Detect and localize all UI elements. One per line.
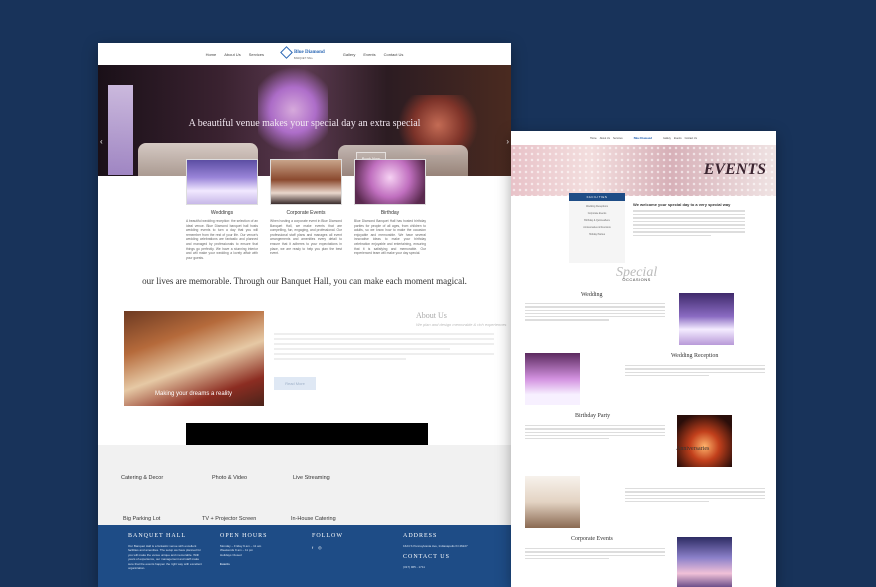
home-page-mockup: Home About Us Services Blue Diamond BANQ… [98,43,511,587]
service-catering: Catering & Decor [121,475,164,481]
nav-gallery[interactable]: Gallery [663,137,671,140]
event-text [525,303,665,323]
nav-right: Gallery Events Contact Us [343,52,404,57]
hero-headline: A beautiful venue makes your special day… [188,118,421,129]
site-logo[interactable]: Blue Diamond [634,136,652,140]
about-caption: Making your dreams a reality [155,391,233,397]
service-photo: Photo & Video [212,475,248,481]
nav-left: Home About Us Services [206,52,264,57]
hero-chandelier [258,65,328,155]
nav-services[interactable]: Services [613,137,623,140]
services-section: Catering & Decor Photo & Video Live Stre… [98,445,511,525]
footer-hours: OPEN HOURS Monday – Friday 9 am – 11 am … [220,533,295,567]
facility-item[interactable]: Holiday Parties [569,233,625,236]
chevron-left-icon[interactable]: ‹ [100,137,103,146]
nav-home[interactable]: Home [590,137,597,140]
about-subtitle: We plan and design memorable & rich expe… [416,322,507,327]
special-occasions-heading: Special OCCASIONS [616,265,657,282]
nav-events[interactable]: Events [363,52,375,57]
diamond-logo-icon [280,46,293,59]
nav-events[interactable]: Events [674,137,682,140]
footer-heading: ADDRESS [403,533,438,539]
card-text: When hosting a corporate event in Blue D… [270,219,342,256]
nav-gallery[interactable]: Gallery [343,52,356,57]
footer-heading: BANQUET HALL [128,533,187,539]
event-title-wedding: Wedding [581,292,603,298]
nav-about[interactable]: About Us [224,52,240,57]
footer-heading: FOLLOW [312,533,343,539]
card-corporate-events[interactable]: Corporate Events When hosting a corporat… [270,159,342,260]
service-parking: Big Parking Lot [123,516,161,522]
footer-follow: FOLLOW f ◎ [312,533,343,550]
birthday-image [677,415,732,467]
reception-image [525,353,580,405]
facility-item[interactable]: Corporate Events [569,212,625,215]
birthday-image [354,159,426,205]
facility-item[interactable]: Birthday & Quinceañera [569,219,625,222]
card-birthday[interactable]: Birthday Blue Diamond Banquet Hall has h… [354,159,426,260]
card-weddings[interactable]: Weddings A beautiful wedding reception: … [186,159,258,260]
footer-banquet: BANQUET HALL Our Banquet Hall is a fanta… [128,533,203,570]
footer-text: 1624 S Pennsylvania Ave, Indianapolis IN… [403,544,468,548]
chevron-right-icon[interactable]: › [506,137,509,146]
nav-services[interactable]: Services [249,52,264,57]
event-text [525,425,665,441]
events-top-navigation: Home About Us Services Blue Diamond Gall… [511,131,776,145]
event-cards: Weddings A beautiful wedding reception: … [186,159,426,260]
nav-contact[interactable]: Contact Us [384,52,404,57]
card-title: Birthday [380,210,400,216]
logo-title: Blue Diamond [294,50,325,55]
nav-contact[interactable]: Contact Us [685,137,697,140]
event-text [625,488,765,504]
read-more-button[interactable]: Read More [274,377,316,390]
card-title: Weddings [210,210,234,216]
site-logo[interactable]: Blue Diamond BANQUET HALL [280,46,325,60]
weddings-image [186,159,258,205]
event-text [625,365,765,378]
footer-heading: OPEN HOURS [220,533,268,539]
top-navigation: Home About Us Services Blue Diamond BANQ… [98,43,511,65]
tagline: our lives are memorable. Through our Ban… [142,276,467,286]
facilities-panel: FACILITIES Wedding Receptions Corporate … [569,193,625,263]
nav-home[interactable]: Home [206,52,217,57]
service-streaming: Live Streaming [293,475,330,481]
facilities-heading: FACILITIES [569,193,625,201]
event-title-birthday: Birthday Party [575,413,611,419]
event-text [525,548,665,561]
footer-text: Monday – Friday 9 am – 11 am Weekends 9 … [220,544,262,557]
anniversaries-image [525,476,580,528]
footer-heading: CONTACT US [403,554,450,561]
card-title: Corporate Events [286,210,326,216]
wedding-image [679,293,734,345]
events-intro-title: We welcome your special day to a very sp… [633,202,731,207]
video-embed[interactable] [186,423,428,445]
logo-subtitle: BANQUET HALL [294,57,314,60]
corporate-image [270,159,342,205]
card-text: Blue Diamond Banquet Hall has hosted bir… [354,219,426,256]
facility-item[interactable]: Wedding Receptions [569,205,625,208]
events-page-mockup: Home About Us Services Blue Diamond Gall… [511,131,776,587]
service-in-house-catering: In-House Catering [291,516,336,522]
footer-link-events[interactable]: Events [220,562,295,566]
facebook-icon[interactable]: f [312,545,313,550]
footer: BANQUET HALL Our Banquet Hall is a fanta… [98,525,511,587]
events-hero: EVENTS [511,145,776,196]
footer-text: Our Banquet Hall is a fantastic venue wi… [128,544,202,571]
event-title-corporate: Corporate Events [571,536,613,542]
nav-about[interactable]: About Us [600,137,610,140]
hero-light [108,85,133,175]
about-text [274,333,494,363]
corporate-image [677,537,732,587]
facility-item[interactable]: Anniversaries & Reunions [569,226,625,229]
about-title: About Us [416,311,447,320]
service-projector: TV + Projector Screen [202,516,257,522]
event-title-anniversaries: Anniversaries [676,446,710,452]
instagram-icon[interactable]: ◎ [318,545,322,550]
events-hero-title: EVENTS [703,161,766,178]
event-title-reception: Wedding Reception [671,353,719,359]
events-intro-text [633,210,745,238]
card-text: A beautiful wedding reception: the selec… [186,219,258,260]
footer-address: ADDRESS 1624 S Pennsylvania Ave, Indiana… [403,533,478,570]
footer-text[interactable]: (317) 965 - 1711 [403,565,478,569]
